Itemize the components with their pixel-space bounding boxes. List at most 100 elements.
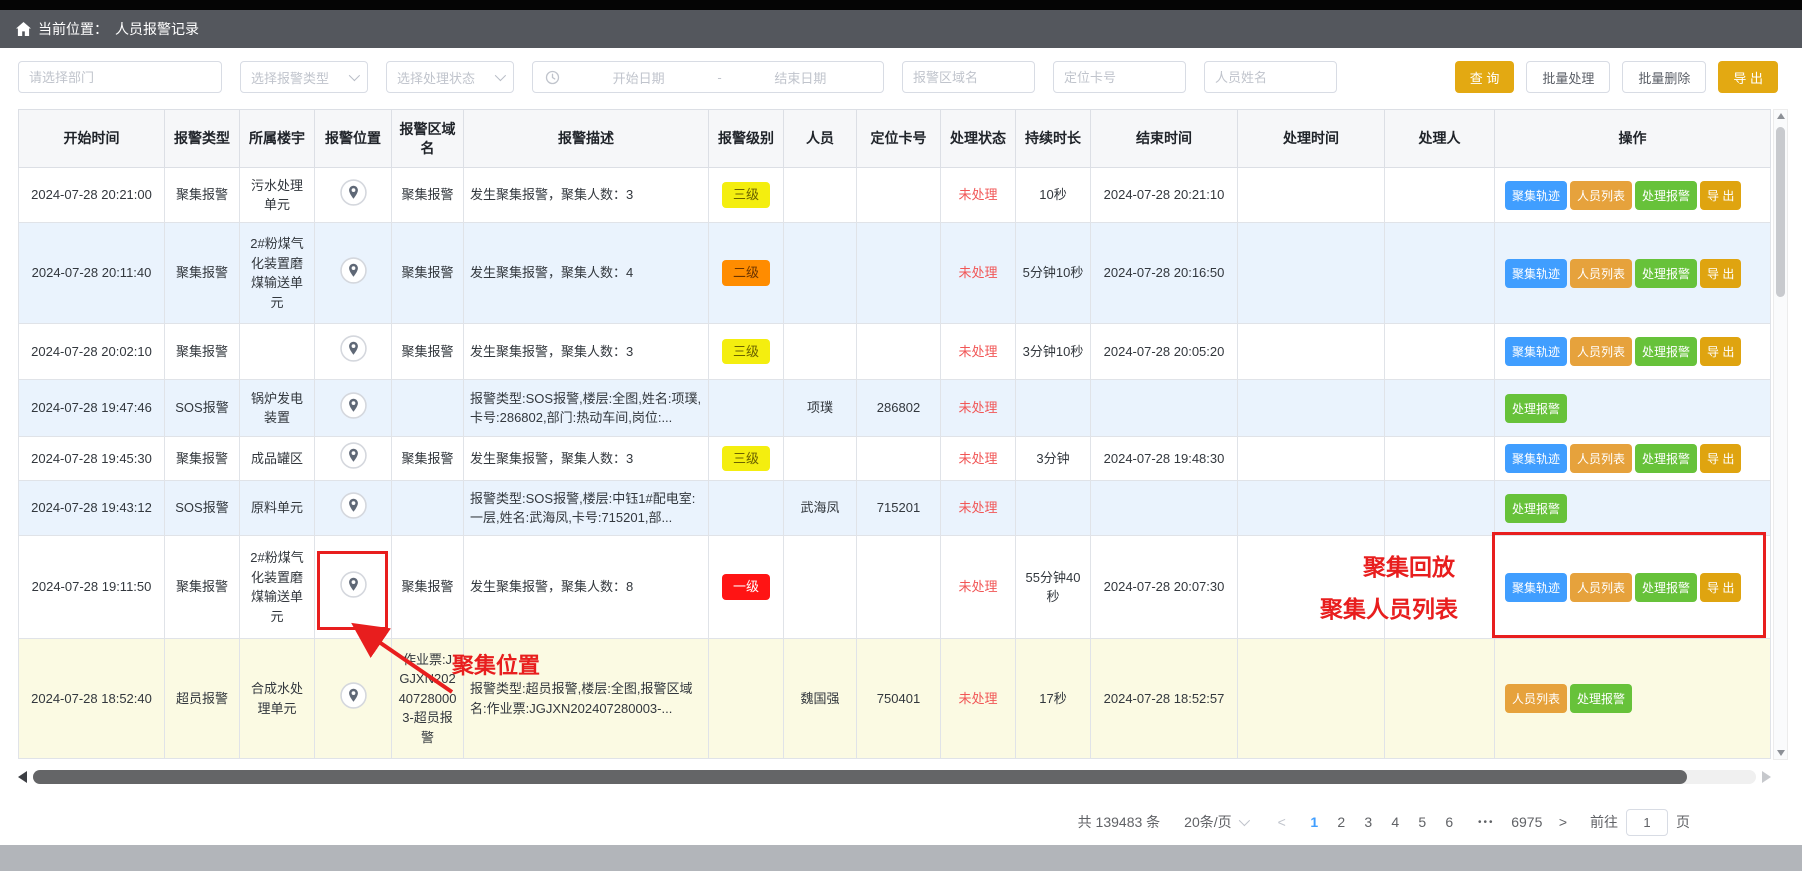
location-pin-icon[interactable] xyxy=(340,442,367,469)
jump-label-suffix: 页 xyxy=(1676,812,1690,832)
action-track-button[interactable]: 聚集轨迹 xyxy=(1505,259,1567,288)
action-handle-button[interactable]: 处理报警 xyxy=(1635,259,1697,288)
location-pin-icon[interactable] xyxy=(340,492,367,519)
cell-alarm-location xyxy=(315,168,392,223)
action-handle-button[interactable]: 处理报警 xyxy=(1635,573,1697,602)
column-header: 人员 xyxy=(784,110,857,168)
page-size-value: 20条/页 xyxy=(1184,812,1231,832)
action-handle-button[interactable]: 处理报警 xyxy=(1505,394,1567,423)
table-row: 2024-07-28 19:11:50聚集报警2#粉煤气化装置磨煤输送单元聚集报… xyxy=(19,536,1771,639)
location-pin-icon[interactable] xyxy=(340,392,367,419)
pagination-ellipsis[interactable]: ••• xyxy=(1473,817,1500,828)
card-number-input[interactable] xyxy=(1053,61,1186,93)
scroll-right-icon[interactable] xyxy=(1762,771,1771,783)
action-track-button[interactable]: 聚集轨迹 xyxy=(1505,337,1567,366)
location-pin-icon[interactable] xyxy=(340,335,367,362)
action-list-button[interactable]: 人员列表 xyxy=(1505,684,1567,713)
action-export-button[interactable]: 导 出 xyxy=(1700,337,1741,366)
status-text: 未处理 xyxy=(958,451,997,466)
action-export-button[interactable]: 导 出 xyxy=(1700,181,1741,210)
cell-description: 发生聚集报警，聚集人数：3 xyxy=(464,324,709,380)
action-list-button[interactable]: 人员列表 xyxy=(1570,337,1632,366)
batch-delete-button[interactable]: 批量删除 xyxy=(1622,61,1706,93)
action-export-button[interactable]: 导 出 xyxy=(1700,444,1741,473)
date-range-picker[interactable]: 开始日期 - 结束日期 xyxy=(532,61,884,93)
action-track-button[interactable]: 聚集轨迹 xyxy=(1505,573,1567,602)
action-handle-button[interactable]: 处理报警 xyxy=(1635,181,1697,210)
last-page-number[interactable]: 6975 xyxy=(1510,814,1544,830)
horizontal-scrollbar-track[interactable] xyxy=(33,770,1756,784)
action-list-button[interactable]: 人员列表 xyxy=(1570,259,1632,288)
area-name-input[interactable] xyxy=(902,61,1035,93)
scroll-left-icon[interactable] xyxy=(18,771,27,783)
next-page-button[interactable]: > xyxy=(1554,814,1572,830)
action-list-button[interactable]: 人员列表 xyxy=(1570,181,1632,210)
window-top-strip xyxy=(0,0,1802,10)
action-handle-button[interactable]: 处理报警 xyxy=(1505,494,1567,523)
cell-start-time: 2024-07-28 19:11:50 xyxy=(19,536,165,639)
action-export-button[interactable]: 导 出 xyxy=(1700,573,1741,602)
vertical-scrollbar-thumb[interactable] xyxy=(1776,127,1785,297)
cell-person xyxy=(784,324,857,380)
status-text: 未处理 xyxy=(958,344,997,359)
action-list-button[interactable]: 人员列表 xyxy=(1570,573,1632,602)
filter-bar: 选择报警类型 选择处理状态 开始日期 - 结束日期 查 询 批量处理 批量删除 … xyxy=(0,48,1802,106)
action-export-button[interactable]: 导 出 xyxy=(1700,259,1741,288)
home-icon[interactable] xyxy=(16,22,31,36)
vertical-scrollbar[interactable] xyxy=(1773,109,1788,760)
table-row: 2024-07-28 20:21:00聚集报警污水处理单元聚集报警发生聚集报警，… xyxy=(19,168,1771,223)
action-handle-button[interactable]: 处理报警 xyxy=(1635,337,1697,366)
department-input[interactable] xyxy=(18,61,222,93)
cell-area-name: 聚集报警 xyxy=(392,168,464,223)
cell-area-name: 聚集报警 xyxy=(392,536,464,639)
jump-label-prefix: 前往 xyxy=(1590,812,1618,832)
page-number[interactable]: 1 xyxy=(1301,814,1328,830)
start-date-placeholder[interactable]: 开始日期 xyxy=(568,68,709,87)
alarm-type-select[interactable]: 选择报警类型 xyxy=(240,61,368,93)
action-handle-button[interactable]: 处理报警 xyxy=(1570,684,1632,713)
location-pin-icon[interactable] xyxy=(340,257,367,284)
location-pin-icon[interactable] xyxy=(340,179,367,206)
cell-handle-time xyxy=(1238,223,1385,324)
handle-status-select[interactable]: 选择处理状态 xyxy=(386,61,514,93)
prev-page-button[interactable]: < xyxy=(1273,814,1291,830)
query-button[interactable]: 查 询 xyxy=(1455,61,1515,93)
location-pin-icon[interactable] xyxy=(340,571,367,598)
bottom-gray-strip xyxy=(0,845,1802,871)
end-date-placeholder[interactable]: 结束日期 xyxy=(730,68,871,87)
cell-building: 合成水处理单元 xyxy=(240,639,315,759)
action-list-button[interactable]: 人员列表 xyxy=(1570,444,1632,473)
scroll-up-icon[interactable] xyxy=(1777,113,1785,119)
horizontal-scrollbar-thumb[interactable] xyxy=(33,770,1687,784)
cell-handle-time xyxy=(1238,536,1385,639)
page-number[interactable]: 3 xyxy=(1355,814,1382,830)
page-size-select[interactable]: 20条/页 xyxy=(1184,812,1246,832)
cell-area-name: 聚集报警 xyxy=(392,223,464,324)
batch-handle-button[interactable]: 批量处理 xyxy=(1526,61,1610,93)
scroll-down-icon[interactable] xyxy=(1777,750,1785,756)
action-track-button[interactable]: 聚集轨迹 xyxy=(1505,181,1567,210)
page-number[interactable]: 5 xyxy=(1409,814,1436,830)
page-number[interactable]: 6 xyxy=(1436,814,1463,830)
jump-page-input[interactable] xyxy=(1626,809,1668,836)
cell-handle-time xyxy=(1238,380,1385,437)
chevron-down-icon xyxy=(495,70,506,81)
pagination-pages: 123456 xyxy=(1301,814,1463,830)
cell-description: 发生聚集报警，聚集人数：4 xyxy=(464,223,709,324)
cell-alarm-level: 二级 xyxy=(709,223,784,324)
location-pin-icon[interactable] xyxy=(340,682,367,709)
page-number[interactable]: 2 xyxy=(1328,814,1355,830)
person-name-input[interactable] xyxy=(1204,61,1337,93)
action-handle-button[interactable]: 处理报警 xyxy=(1635,444,1697,473)
cell-duration: 17秒 xyxy=(1016,639,1091,759)
cell-start-time: 2024-07-28 20:02:10 xyxy=(19,324,165,380)
cell-end-time xyxy=(1091,481,1238,536)
cell-handle-status: 未处理 xyxy=(941,168,1016,223)
action-track-button[interactable]: 聚集轨迹 xyxy=(1505,444,1567,473)
page-number[interactable]: 4 xyxy=(1382,814,1409,830)
cell-description: 报警类型:超员报警,楼层:全图,报警区域名:作业票:JGJXN202407280… xyxy=(464,639,709,759)
table-row: 2024-07-28 19:45:30聚集报警成品罐区聚集报警发生聚集报警，聚集… xyxy=(19,437,1771,481)
horizontal-scrollbar[interactable] xyxy=(18,769,1771,785)
export-button[interactable]: 导 出 xyxy=(1718,61,1778,93)
status-text: 未处理 xyxy=(958,400,997,415)
